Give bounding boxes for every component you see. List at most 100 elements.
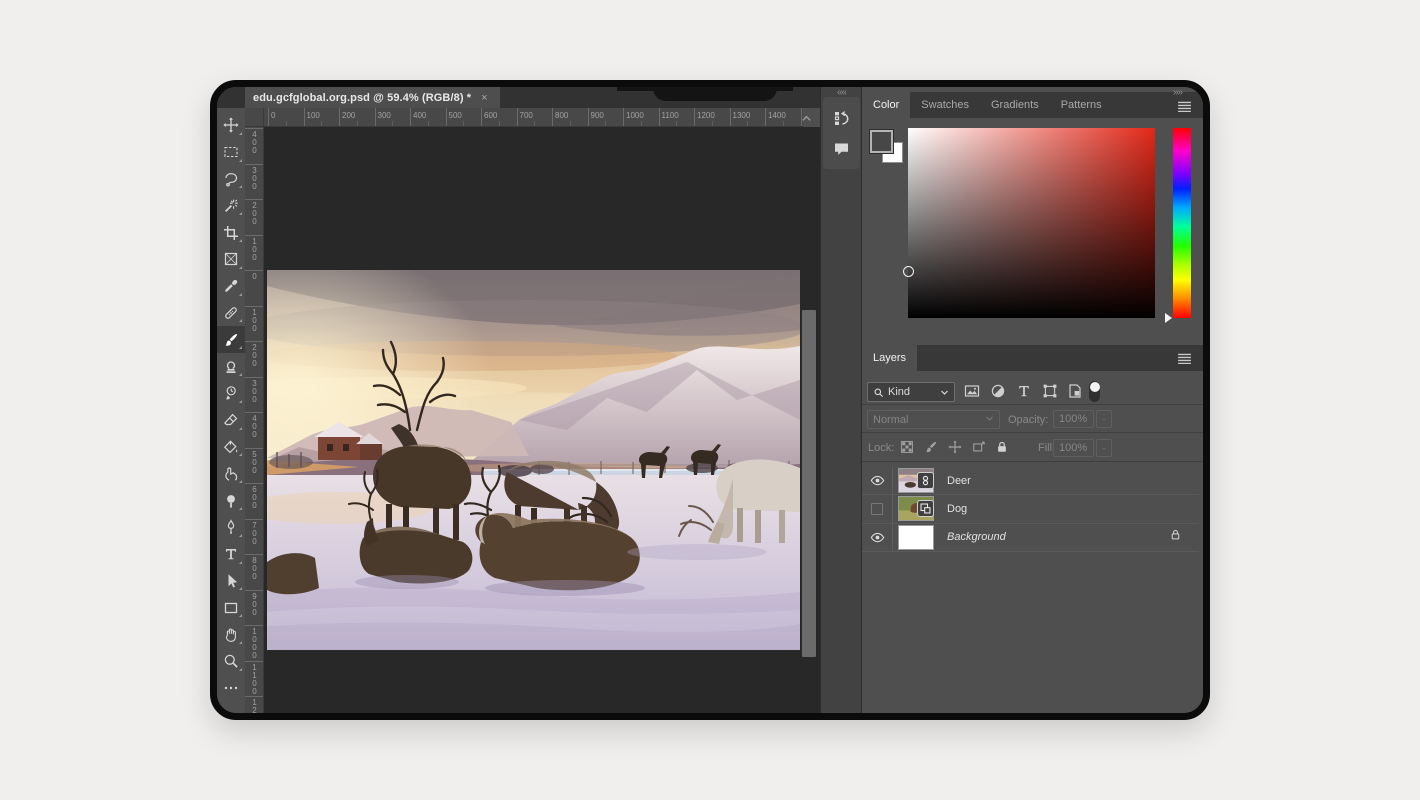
lock-image-pixels-icon[interactable] (924, 440, 938, 454)
tab-gradients[interactable]: Gradients (980, 92, 1050, 118)
filter-toggle-switch[interactable] (1089, 381, 1100, 402)
ruler-tick (245, 412, 264, 413)
filter-shape-layers-icon[interactable] (1042, 383, 1058, 399)
comments-panel-icon[interactable] (833, 140, 850, 157)
vertical-ruler[interactable]: 4 0 03 0 02 0 01 0 001 0 02 0 03 0 04 0 … (245, 127, 264, 713)
saturation-brightness-field[interactable] (908, 128, 1155, 318)
layers-filter-row: Kind (862, 378, 1203, 405)
hidden-layer-checkbox (871, 503, 883, 515)
layers-list: Deer Dog Background (862, 467, 1199, 552)
tab-swatches[interactable]: Swatches (910, 92, 980, 118)
fill-value-box[interactable]: 100% (1053, 439, 1094, 457)
document-tab[interactable]: edu.gcfglobal.org.psd @ 59.4% (RGB/8) * … (245, 87, 500, 108)
close-tab-icon[interactable]: × (481, 92, 487, 104)
tool-paint-bucket[interactable] (217, 434, 245, 461)
opacity-dropdown-icon[interactable] (1096, 410, 1112, 428)
color-field-marker[interactable] (903, 266, 914, 277)
ruler-tick (245, 341, 264, 342)
fill-value: 100% (1059, 442, 1087, 454)
tool-path-selection[interactable] (217, 568, 245, 595)
tool-history-brush[interactable] (217, 380, 245, 407)
hue-slider[interactable] (1173, 128, 1191, 318)
ruler-tick (245, 554, 264, 555)
tool-smudge[interactable] (217, 460, 245, 487)
ruler-tick (375, 108, 376, 127)
layer-visibility-eye-icon[interactable] (862, 467, 893, 494)
scroll-up-icon[interactable] (801, 111, 812, 129)
tool-hand[interactable] (217, 621, 245, 648)
swap-colors-icon[interactable] (232, 716, 245, 720)
filter-type-layers-icon[interactable] (1016, 383, 1032, 399)
fill-dropdown-icon[interactable] (1096, 439, 1112, 457)
lock-artboard-nesting-icon[interactable] (972, 440, 986, 454)
ruler-minor-tick (428, 121, 429, 126)
filter-pixel-layers-icon[interactable] (964, 383, 980, 399)
layer-name[interactable]: Deer (947, 475, 1169, 487)
lock-all-icon[interactable] (995, 440, 1009, 454)
tool-eraser[interactable] (217, 407, 245, 434)
tool-spot-healing-brush[interactable] (217, 300, 245, 327)
hue-slider-marker[interactable] (1165, 313, 1172, 323)
layer-visibility-toggle[interactable] (862, 495, 893, 522)
layer-row-background[interactable]: Background (862, 524, 1199, 552)
layer-visibility-eye-icon[interactable] (862, 524, 893, 551)
tool-dodge[interactable] (217, 487, 245, 514)
tool-brush[interactable] (217, 326, 245, 353)
tool-ellipsis[interactable] (217, 675, 245, 702)
tool-clone-stamp[interactable] (217, 353, 245, 380)
tool-frame[interactable] (217, 246, 245, 273)
tool-eyedropper[interactable] (217, 273, 245, 300)
tool-pen[interactable] (217, 514, 245, 541)
layer-thumbnail[interactable] (898, 468, 934, 493)
foreground-background-colors-icon[interactable] (217, 716, 230, 720)
layer-row-deer[interactable]: Deer (862, 467, 1199, 495)
foreground-color-swatch[interactable] (870, 130, 893, 153)
layer-row-dog[interactable]: Dog (862, 495, 1199, 523)
layer-name[interactable]: Dog (947, 503, 1169, 515)
layer-locked-icon[interactable] (1169, 528, 1199, 546)
ruler-tick (410, 108, 411, 127)
collapse-panels-icon[interactable]: »» (1173, 87, 1182, 98)
canvas-pasteboard[interactable] (264, 127, 820, 713)
color-panel-menu-icon[interactable] (1177, 99, 1193, 117)
search-icon (873, 387, 884, 398)
canvas-image[interactable] (267, 270, 800, 650)
tool-rectangle[interactable] (217, 594, 245, 621)
lock-row: Lock: Fill: 100% (862, 434, 1203, 462)
tool-magic-wand[interactable] (217, 192, 245, 219)
collapse-dock-icon[interactable]: «« (837, 87, 846, 98)
tab-color[interactable]: Color (862, 92, 910, 118)
tool-rectangular-marquee[interactable] (217, 139, 245, 166)
layer-thumbnail[interactable] (898, 496, 934, 521)
filter-kind-dropdown[interactable]: Kind (867, 382, 955, 402)
tool-crop[interactable] (217, 219, 245, 246)
layer-thumbnail[interactable] (898, 525, 934, 550)
ruler-label: 9 0 0 (245, 593, 264, 617)
horizontal-ruler[interactable]: 0100200300400500600700800900100011001200… (264, 108, 803, 127)
opacity-value-box[interactable]: 100% (1053, 410, 1094, 428)
filter-smart-objects-icon[interactable] (1067, 383, 1083, 399)
filter-adjustment-layers-icon[interactable] (990, 383, 1006, 399)
ruler-label: 7 0 0 (245, 522, 264, 546)
layer-name[interactable]: Background (947, 531, 1169, 543)
panel-area: ColorSwatchesGradientsPatterns Layers (862, 87, 1203, 713)
ruler-origin-corner[interactable] (245, 108, 264, 127)
chevron-down-icon (940, 388, 949, 397)
ruler-label: 1 0 0 (245, 309, 264, 333)
panel-dock-strip (820, 87, 862, 713)
lock-transparent-pixels-icon[interactable] (900, 440, 914, 454)
tool-lasso[interactable] (217, 166, 245, 193)
ruler-label: 1200 (697, 111, 715, 120)
tab-patterns[interactable]: Patterns (1050, 92, 1113, 118)
tool-zoom[interactable] (217, 648, 245, 675)
lock-position-icon[interactable] (948, 440, 962, 454)
blend-mode-dropdown[interactable]: Normal (867, 410, 1000, 429)
layers-panel-menu-icon[interactable] (1177, 351, 1193, 369)
tab-layers[interactable]: Layers (862, 345, 917, 371)
ruler-tick (694, 108, 695, 127)
tool-move[interactable] (217, 112, 245, 139)
opacity-value: 100% (1059, 413, 1087, 425)
history-panel-icon[interactable] (833, 110, 850, 127)
tool-type[interactable] (217, 541, 245, 568)
vertical-scrollbar-thumb[interactable] (802, 310, 816, 657)
